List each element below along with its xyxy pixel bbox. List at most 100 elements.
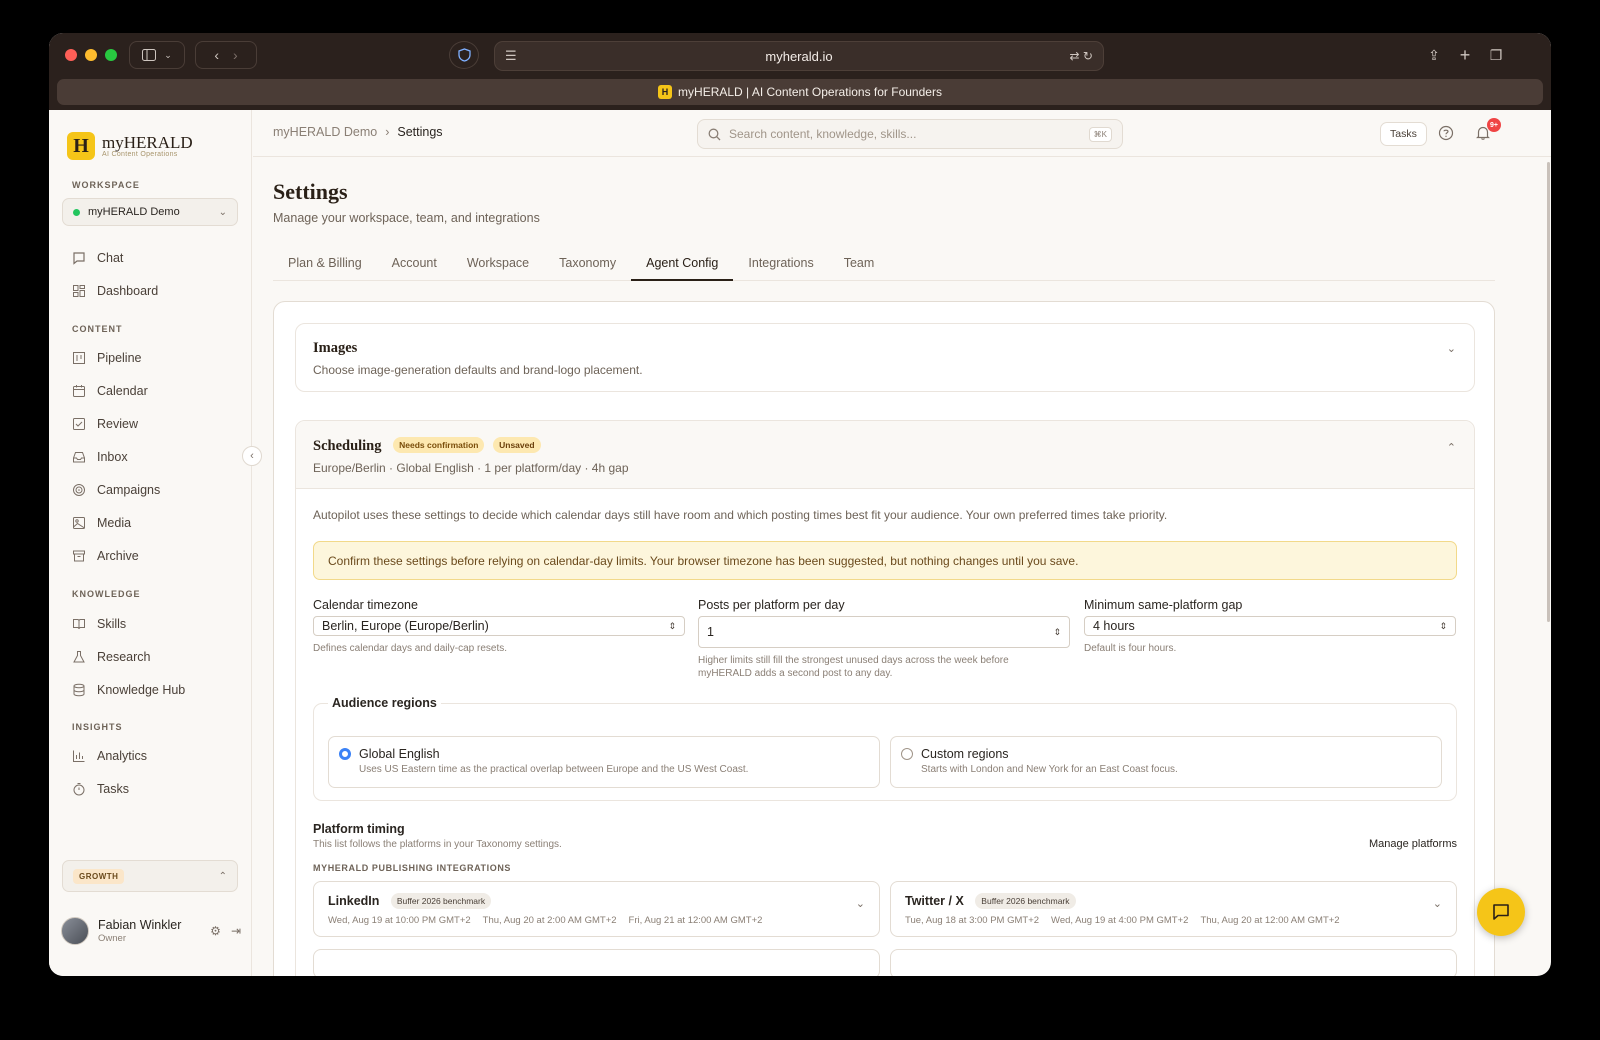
platform-card-twitter[interactable]: Twitter / X Buffer 2026 benchmark Tue, A…	[890, 881, 1457, 937]
timezone-select[interactable]: Berlin, Europe (Europe/Berlin) ⇕	[313, 616, 685, 636]
logo[interactable]: H myHERALD AI Content Operations	[67, 132, 193, 160]
sidebar-item-label: Tasks	[97, 782, 129, 796]
maximize-window-button[interactable]	[105, 49, 117, 61]
chat-support-button[interactable]	[1477, 888, 1525, 936]
sidebar-item-research[interactable]: Research	[72, 646, 151, 668]
share-button[interactable]: ⇪	[1421, 41, 1447, 69]
notification-badge: 9+	[1487, 118, 1501, 132]
gap-select[interactable]: 4 hours ⇕	[1084, 616, 1456, 636]
back-icon[interactable]: ‹	[214, 47, 219, 63]
integrations-label: MYHERALD PUBLISHING INTEGRATIONS	[313, 863, 512, 873]
time-slot: Thu, Aug 20 at 12:00 AM GMT+2	[1200, 915, 1340, 926]
sidebar-item-skills[interactable]: Skills	[72, 613, 126, 635]
breadcrumb: myHERALD Demo › Settings	[273, 125, 443, 139]
tabs-icon: ❐	[1489, 46, 1503, 63]
chevron-down-icon[interactable]: ⌄	[1433, 897, 1442, 910]
scheduling-header[interactable]: Scheduling Needs confirmation Unsaved Eu…	[296, 421, 1474, 489]
time-slot: Thu, Aug 20 at 2:00 AM GMT+2	[482, 915, 617, 926]
tab-plan-billing[interactable]: Plan & Billing	[273, 246, 377, 281]
posts-per-day-value: 1	[707, 625, 714, 639]
sidebar-item-analytics[interactable]: Analytics	[72, 745, 147, 767]
sidebar-item-label: Campaigns	[97, 483, 161, 497]
forward-icon[interactable]: ›	[233, 47, 238, 63]
workspace-select[interactable]: myHERALD Demo ⌄	[62, 198, 238, 226]
privacy-shield-button[interactable]	[449, 41, 479, 69]
favicon: H	[658, 85, 673, 99]
sidebar-toggle-button[interactable]: ⌄	[129, 41, 185, 69]
chart-icon	[72, 749, 86, 763]
images-panel[interactable]: Images Choose image-generation defaults …	[295, 323, 1475, 392]
sidebar-item-dashboard[interactable]: Dashboard	[72, 280, 158, 302]
brand-tagline: AI Content Operations	[102, 151, 178, 158]
tab-workspace[interactable]: Workspace	[452, 246, 544, 281]
breadcrumb-workspace[interactable]: myHERALD Demo	[273, 125, 377, 139]
sidebar-item-pipeline[interactable]: Pipeline	[72, 347, 141, 369]
tab-integrations[interactable]: Integrations	[733, 246, 828, 281]
minimize-window-button[interactable]	[85, 49, 97, 61]
translate-reload-icons[interactable]: ⇄ ↻	[1070, 49, 1093, 63]
timer-icon	[72, 782, 86, 796]
sidebar-item-tasks[interactable]: Tasks	[72, 778, 129, 800]
sidebar-item-media[interactable]: Media	[72, 512, 131, 534]
sidebar-item-label: Analytics	[97, 749, 148, 763]
manage-platforms-link[interactable]: Manage platforms	[1369, 838, 1457, 850]
tab-account[interactable]: Account	[377, 246, 452, 281]
history-nav: ‹ ›	[195, 41, 257, 69]
address-bar[interactable]: ☰ myherald.io ⇄ ↻	[494, 41, 1104, 71]
tasks-button[interactable]: Tasks	[1380, 122, 1427, 146]
sidebar-item-knowledge-hub[interactable]: Knowledge Hub	[72, 679, 185, 701]
posts-per-day-stepper[interactable]: 1 ⇕	[698, 616, 1070, 648]
sidebar-item-archive[interactable]: Archive	[72, 545, 139, 567]
page-subtitle: Manage your workspace, team, and integra…	[273, 211, 540, 225]
reader-icon[interactable]: ☰	[505, 48, 517, 64]
close-window-button[interactable]	[65, 49, 77, 61]
chevron-up-icon[interactable]: ⌃	[1447, 441, 1456, 454]
help-icon[interactable]	[1438, 125, 1454, 141]
browser-tab[interactable]: H myHERALD | AI Content Operations for F…	[57, 79, 1543, 105]
chevron-down-icon[interactable]: ⌄	[1447, 342, 1456, 355]
platform-name: Twitter / X	[905, 894, 964, 908]
sidebar-item-chat[interactable]: Chat	[72, 247, 123, 269]
page-title: Settings	[273, 179, 348, 204]
sidebar-item-label: Skills	[97, 617, 127, 631]
insights-section-label: INSIGHTS	[72, 722, 123, 732]
tab-taxonomy[interactable]: Taxonomy	[544, 246, 631, 281]
calendar-icon	[72, 384, 86, 398]
gear-icon[interactable]: ⚙	[210, 924, 221, 938]
sidebar-item-review[interactable]: Review	[72, 413, 138, 435]
platform-card-next[interactable]	[890, 949, 1457, 976]
radio-selected[interactable]	[339, 748, 351, 760]
brand-name: myHERALD	[102, 133, 193, 152]
tab-team[interactable]: Team	[829, 246, 890, 281]
sidebar-item-label: Pipeline	[97, 351, 142, 365]
sidebar-item-inbox[interactable]: Inbox	[72, 446, 128, 468]
scheduling-summary: Europe/Berlin · Global English · 1 per p…	[313, 461, 629, 475]
page-scrollbar[interactable]	[1547, 162, 1550, 622]
sidebar-item-label: Dashboard	[97, 284, 159, 298]
user-profile[interactable]: Fabian Winkler Owner ⚙ ⇥	[61, 914, 241, 948]
shield-icon	[457, 48, 471, 62]
stepper-arrows-icon[interactable]: ⇕	[1053, 627, 1061, 638]
region-option-global-english[interactable]: Global English Uses US Eastern time as t…	[328, 736, 880, 788]
platform-card-linkedin[interactable]: LinkedIn Buffer 2026 benchmark Wed, Aug …	[313, 881, 880, 937]
sidebar-icon	[142, 49, 157, 61]
new-tab-button[interactable]: +	[1452, 41, 1478, 69]
sidebar-item-campaigns[interactable]: Campaigns	[72, 479, 160, 501]
radio-unselected[interactable]	[901, 748, 913, 760]
chevron-down-icon[interactable]: ⌄	[856, 897, 865, 910]
sidebar: H myHERALD AI Content Operations WORKSPA…	[49, 110, 252, 976]
search-input[interactable]: Search content, knowledge, skills... ⌘K	[697, 119, 1123, 149]
plan-selector[interactable]: GROWTH ⌃	[62, 860, 238, 892]
tab-agent-config[interactable]: Agent Config	[631, 246, 734, 281]
logout-icon[interactable]: ⇥	[231, 924, 241, 938]
gap-help: Default is four hours.	[1084, 643, 1177, 654]
region-option-custom[interactable]: Custom regions Starts with London and Ne…	[890, 736, 1442, 788]
select-arrows-icon: ⇕	[1439, 620, 1447, 631]
tab-overview-button[interactable]: ❐	[1483, 41, 1509, 69]
content-section-label: CONTENT	[72, 324, 123, 334]
audience-regions-title: Audience regions	[328, 696, 441, 710]
sidebar-item-calendar[interactable]: Calendar	[72, 380, 148, 402]
platform-card-next[interactable]	[313, 949, 880, 976]
sidebar-item-label: Inbox	[97, 450, 128, 464]
collapse-sidebar-button[interactable]: ‹	[242, 446, 262, 466]
